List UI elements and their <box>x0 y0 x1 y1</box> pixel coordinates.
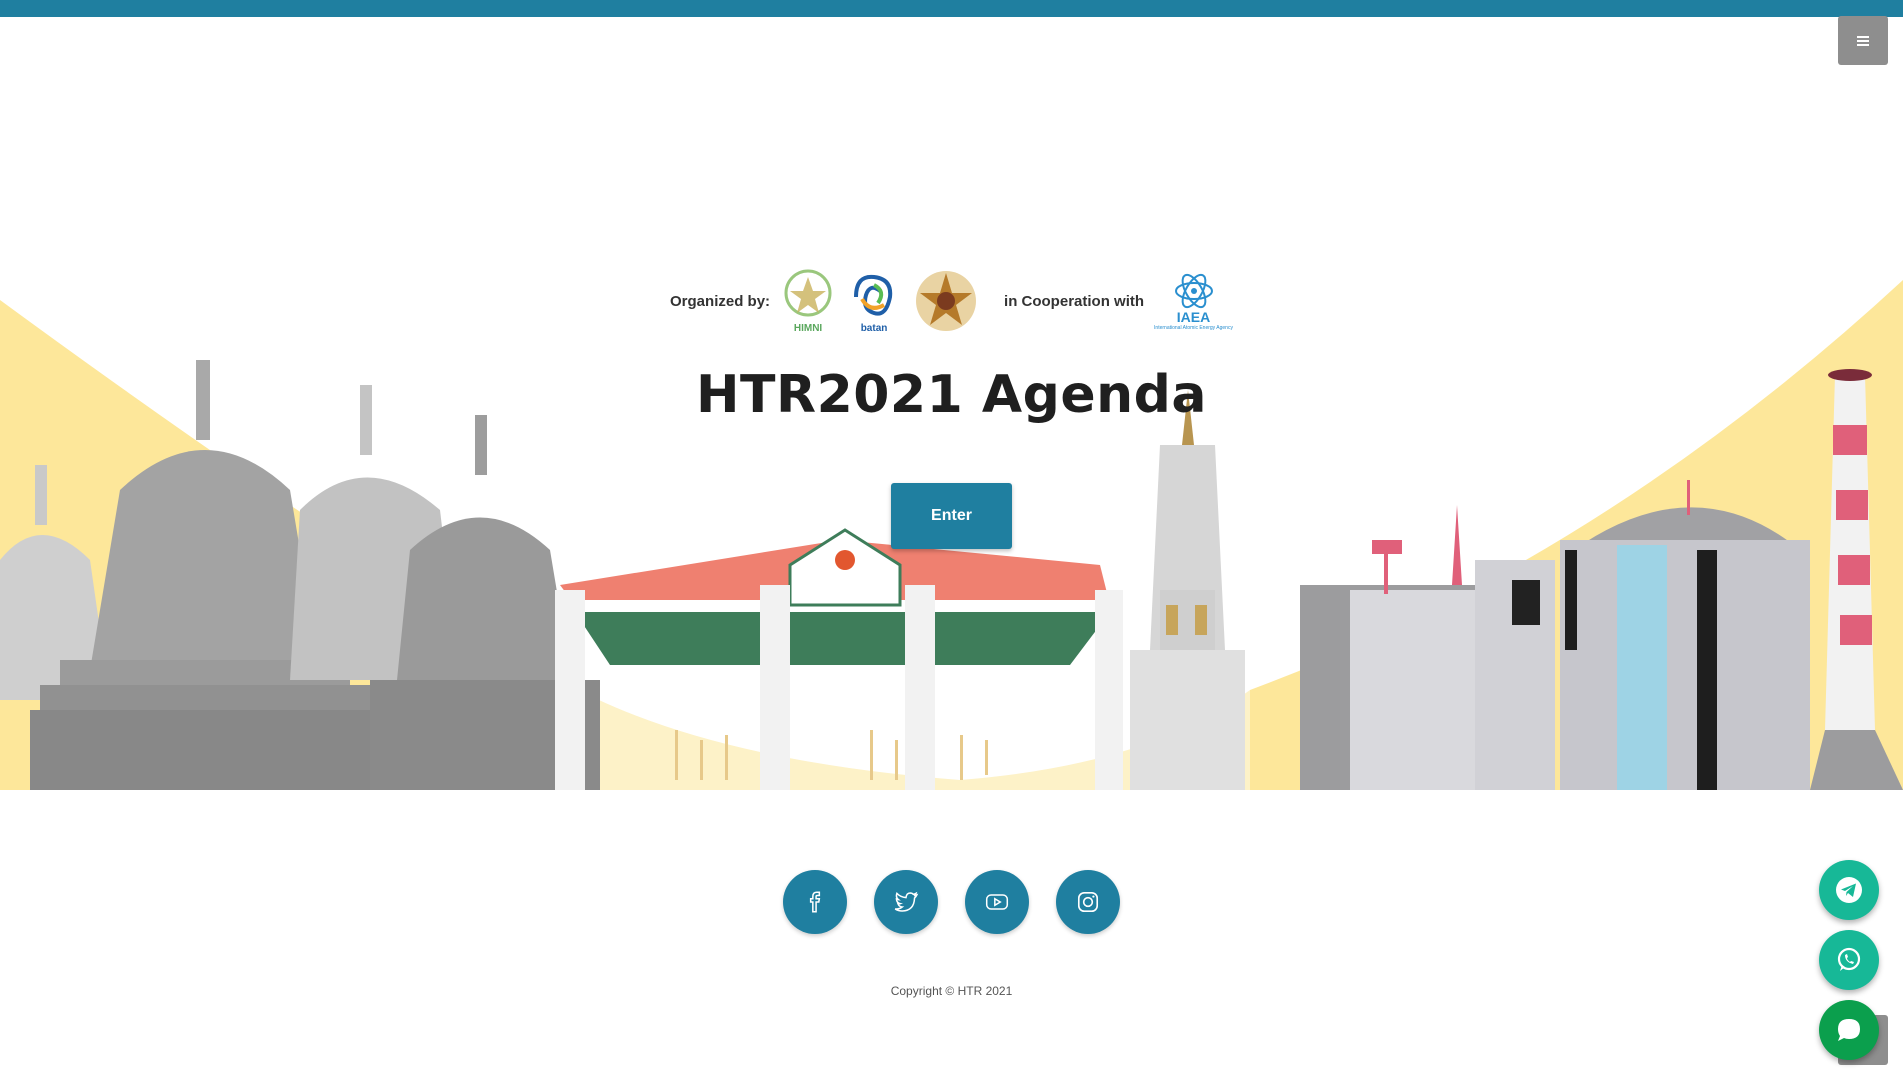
batan-logo: batan <box>846 269 902 334</box>
chat-icon <box>1838 1019 1860 1041</box>
telegram-icon <box>1836 877 1862 903</box>
iaea-logo: IAEA International Atomic Energy Agency <box>1154 271 1233 331</box>
youtube-icon <box>985 894 1009 910</box>
organizers-bar: Organized by: HIMNI batan in Cooperation <box>0 263 1903 339</box>
twitter-link[interactable] <box>874 870 938 934</box>
tugu-monument <box>1130 390 1245 790</box>
page-title: HTR2021 Agenda <box>696 365 1207 425</box>
batan-caption: batan <box>860 322 888 334</box>
hamburger-icon <box>1857 35 1869 46</box>
telegram-button[interactable] <box>1819 860 1879 920</box>
facebook-link[interactable] <box>783 870 847 934</box>
social-links <box>0 870 1903 934</box>
facebook-icon <box>809 891 821 913</box>
himni-logo: HIMNI <box>780 269 836 334</box>
instagram-icon <box>1077 891 1099 913</box>
whatsapp-icon <box>1837 947 1861 971</box>
chat-button[interactable] <box>1819 1000 1879 1060</box>
enter-button[interactable]: Enter <box>891 483 1012 549</box>
twitter-icon <box>894 891 919 912</box>
page: Organized by: HIMNI batan in Cooperation <box>0 0 1903 1080</box>
copyright-text: Copyright © HTR 2021 <box>890 984 1013 998</box>
menu-button[interactable] <box>1838 16 1888 65</box>
himni-caption: HIMNI <box>793 322 823 334</box>
top-bar <box>0 0 1903 17</box>
iaea-subcaption: International Atomic Energy Agency <box>1154 325 1233 331</box>
organized-by-label: Organized by: <box>670 292 771 310</box>
cooperation-label: in Cooperation with <box>1004 292 1145 310</box>
youtube-link[interactable] <box>965 870 1029 934</box>
iaea-caption: IAEA <box>1176 309 1211 325</box>
whatsapp-button[interactable] <box>1819 930 1879 990</box>
instagram-link[interactable] <box>1056 870 1120 934</box>
ugm-logo <box>912 267 980 335</box>
